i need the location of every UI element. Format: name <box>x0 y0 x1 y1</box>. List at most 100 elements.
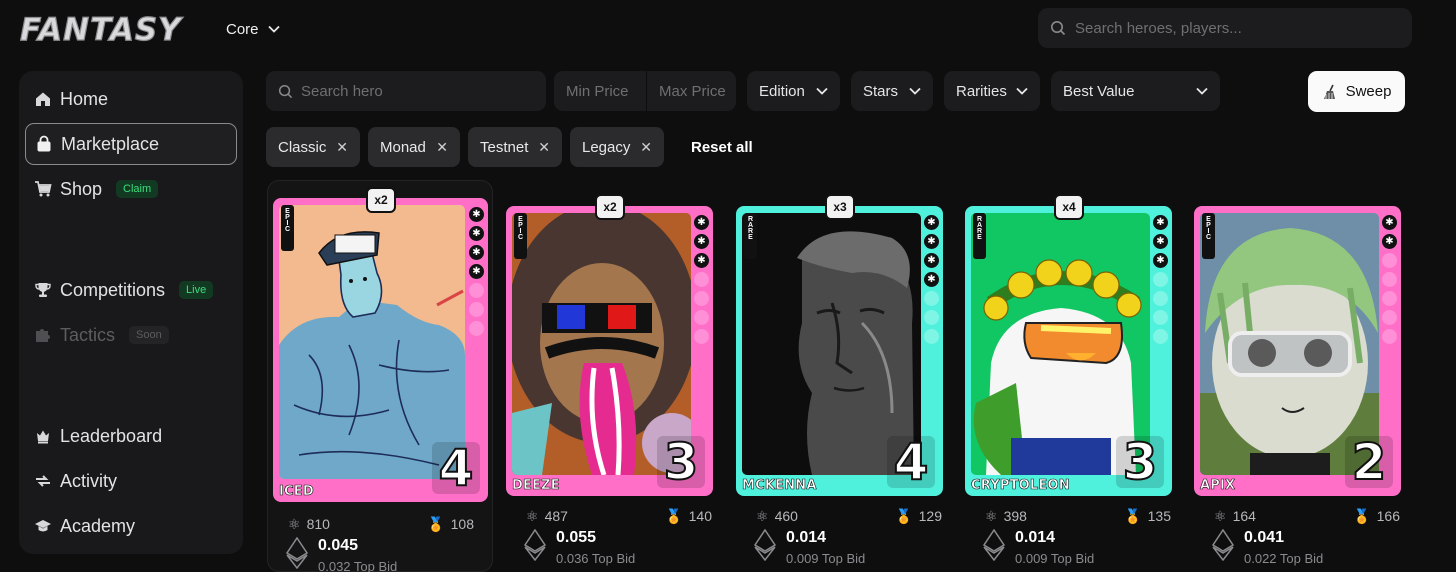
network-select-label: Core <box>226 20 259 38</box>
hero-listing[interactable]: x2 EPIC ✱ ✱ ✱ 3 DEEZE ⚛ 487 🏅 140 0.055 … <box>506 180 732 572</box>
star-icon: ✱ <box>694 234 709 249</box>
level-number: 4 <box>432 441 480 495</box>
sweep-button[interactable]: Sweep <box>1308 71 1405 112</box>
hero-card[interactable]: RARE ✱ ✱ ✱ ✱ 4 MCKENNA <box>736 206 943 496</box>
max-price-field[interactable] <box>647 71 736 111</box>
rarity-tag: RARE <box>744 213 757 259</box>
hero-listing[interactable]: EPIC ✱ ✱ 2 APIX ⚛ 164 🏅 166 0.041 0.022 To… <box>1194 180 1420 572</box>
sidebar-item-tactics: Tactics Soon <box>25 314 237 356</box>
score-value: 135 <box>1147 508 1171 524</box>
search-icon <box>278 84 293 98</box>
sort-dropdown[interactable]: Best Value <box>1051 71 1220 111</box>
close-icon[interactable]: ✕ <box>436 139 448 156</box>
hero-search-input[interactable] <box>301 82 521 100</box>
hero-card[interactable]: EPIC ✱ ✱ ✱ 3 DEEZE <box>506 206 713 496</box>
score-value: 166 <box>1376 508 1400 524</box>
medal-icon: 🏅 <box>895 507 913 524</box>
stars-dropdown[interactable]: Stars <box>851 71 933 111</box>
score-value: 140 <box>688 508 712 524</box>
star-icon: ✱ <box>1382 234 1397 249</box>
filter-chip-testnet: Testnet ✕ <box>468 127 562 167</box>
ethereum-icon <box>286 537 308 569</box>
supply-value: 460 <box>774 508 798 524</box>
price-value: 0.045 <box>318 537 359 554</box>
hero-stats: ⚛ 164 🏅 166 <box>1214 506 1400 526</box>
close-icon[interactable]: ✕ <box>538 139 550 156</box>
trophy-icon <box>34 281 52 299</box>
sidebar-item-label: Competitions <box>60 279 166 300</box>
rarities-dropdown[interactable]: Rarities <box>944 71 1040 111</box>
graduation-cap-icon <box>34 517 52 535</box>
min-price-field[interactable] <box>554 71 646 111</box>
fantasy-logo[interactable]: FANTASY <box>18 9 198 49</box>
sidebar-item-label: Tactics <box>60 324 116 345</box>
hero-search[interactable] <box>266 71 546 111</box>
price-block: 0.014 0.009 Top Bid <box>754 529 865 566</box>
sidebar-item-leaderboard[interactable]: Leaderboard <box>25 415 237 457</box>
level-number: 3 <box>657 435 705 489</box>
hero-listing[interactable]: x3 RARE ✱ ✱ ✱ ✱ 4 MCKENNA ⚛ 460 🏅 129 0.… <box>736 180 962 572</box>
hero-card[interactable]: EPIC ✱ ✱ ✱ ✱ 4 ICED <box>273 198 488 502</box>
max-price-input[interactable] <box>659 82 735 100</box>
network-select[interactable]: Core <box>226 17 280 41</box>
sidebar-item-marketplace[interactable]: Marketplace <box>25 123 237 165</box>
chevron-down-icon <box>816 87 828 95</box>
ethereum-icon <box>754 529 776 561</box>
sidebar-item-competitions[interactable]: Competitions Live <box>25 269 237 311</box>
close-icon[interactable]: ✕ <box>640 139 652 156</box>
multiplier-badge: x2 <box>366 187 396 213</box>
star-rating: ✱ ✱ <box>1382 215 1397 344</box>
puzzle-icon <box>34 326 52 344</box>
hero-listing[interactable]: x2 EPIC ✱ ✱ ✱ ✱ 4 ICED ⚛ 810 🏅 108 0.045… <box>267 180 493 572</box>
marketplace-page: FANTASY Core Home Marketplace Shop Claim… <box>0 0 1456 572</box>
sidebar-item-label: Shop <box>60 178 103 199</box>
hero-card[interactable]: RARE ✱ ✱ ✱ 3 CRYPTOLEON <box>965 206 1172 496</box>
min-price-input[interactable] <box>566 82 642 100</box>
sidebar-item-home[interactable]: Home <box>25 78 237 120</box>
score-value: 129 <box>918 508 942 524</box>
sidebar-item-label: Activity <box>60 470 118 491</box>
star-icon: ✱ <box>1153 253 1168 268</box>
chip-label: Legacy <box>582 138 631 156</box>
logo-text: FANTASY <box>20 12 184 48</box>
sidebar-item-academy[interactable]: Academy <box>25 505 237 547</box>
empty-star-icon <box>1382 291 1397 306</box>
close-icon[interactable]: ✕ <box>336 139 348 156</box>
multiplier-badge: x4 <box>1054 194 1084 220</box>
hero-card[interactable]: EPIC ✱ ✱ 2 APIX <box>1194 206 1401 496</box>
atom-icon: ⚛ <box>756 507 769 524</box>
claim-badge: Claim <box>116 180 159 198</box>
level-number: 3 <box>1116 435 1164 489</box>
hero-name: DEEZE <box>512 478 560 494</box>
edition-dropdown[interactable]: Edition <box>747 71 840 111</box>
sort-dropdown-label: Best Value <box>1063 82 1135 100</box>
empty-star-icon <box>924 310 939 325</box>
empty-star-icon <box>1382 310 1397 325</box>
star-rating: ✱ ✱ ✱ <box>1153 215 1168 344</box>
reset-all-button[interactable]: Reset all <box>691 139 753 156</box>
filter-chip-legacy: Legacy ✕ <box>570 127 664 167</box>
hero-listing[interactable]: x4 RARE ✱ ✱ ✱ 3 CRYPTOLEON ⚛ 398 🏅 135 0… <box>965 180 1191 572</box>
global-search[interactable] <box>1038 8 1412 48</box>
hero-stats: ⚛ 398 🏅 135 <box>985 506 1171 526</box>
ethereum-icon <box>524 529 546 561</box>
empty-star-icon <box>924 291 939 306</box>
chevron-down-icon <box>1016 87 1028 95</box>
sidebar-item-shop[interactable]: Shop Claim <box>25 168 237 210</box>
home-icon <box>34 90 52 108</box>
rarity-tag: EPIC <box>514 213 527 259</box>
empty-star-icon <box>1153 310 1168 325</box>
level-number: 2 <box>1345 435 1393 489</box>
atom-icon: ⚛ <box>526 507 539 524</box>
empty-star-icon <box>1382 253 1397 268</box>
sweep-label: Sweep <box>1345 83 1392 100</box>
level-number: 4 <box>887 435 935 489</box>
live-badge: Live <box>179 281 214 299</box>
chip-label: Classic <box>278 138 327 156</box>
star-icon: ✱ <box>1153 215 1168 230</box>
edition-dropdown-label: Edition <box>759 82 805 100</box>
global-search-input[interactable] <box>1075 19 1375 37</box>
sidebar-item-activity[interactable]: Activity <box>25 460 237 502</box>
star-rating: ✱ ✱ ✱ <box>694 215 709 344</box>
price-value: 0.041 <box>1244 529 1285 546</box>
